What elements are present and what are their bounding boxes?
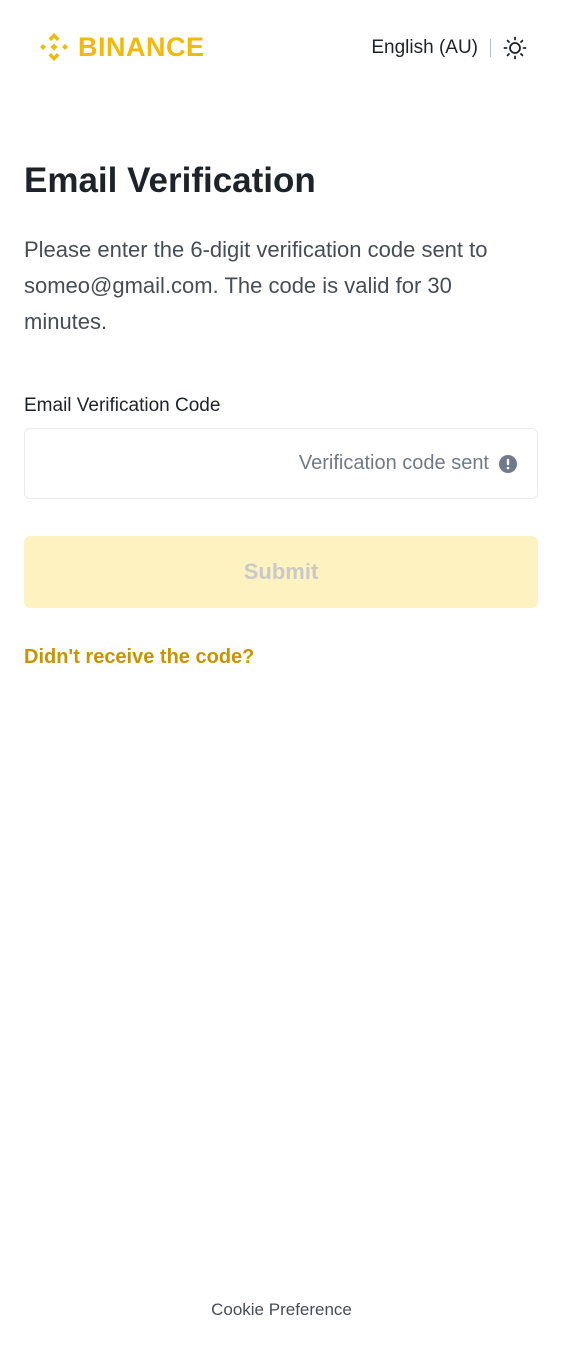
page-title: Email Verification <box>24 161 316 200</box>
footer: Cookie Preference <box>0 1300 563 1320</box>
header: BINANCE English (AU) <box>0 0 563 96</box>
language-selector[interactable]: English (AU) <box>371 37 478 59</box>
exclamation-circle-icon <box>499 454 517 473</box>
code-sent-status: Verification code sent <box>298 452 489 474</box>
submit-button[interactable]: Submit <box>24 536 538 608</box>
verification-form: Email Verification Please enter the 6-di… <box>24 158 538 669</box>
verification-code-field[interactable]: Verification code sent <box>24 428 538 499</box>
resend-code-link[interactable]: Didn't receive the code? <box>24 646 254 669</box>
cookie-preference-link[interactable]: Cookie Preference <box>211 1300 352 1319</box>
binance-diamond-icon <box>40 33 68 61</box>
sun-icon[interactable] <box>503 36 527 60</box>
binance-logo[interactable]: BINANCE <box>36 29 205 65</box>
header-controls: English (AU) <box>371 32 527 64</box>
verification-code-input[interactable] <box>45 452 299 475</box>
code-field-label: Email Verification Code <box>24 395 221 416</box>
header-divider <box>490 39 491 57</box>
instructions-text: Please enter the 6-digit verification co… <box>24 237 488 334</box>
brand-name: BINANCE <box>78 32 205 62</box>
